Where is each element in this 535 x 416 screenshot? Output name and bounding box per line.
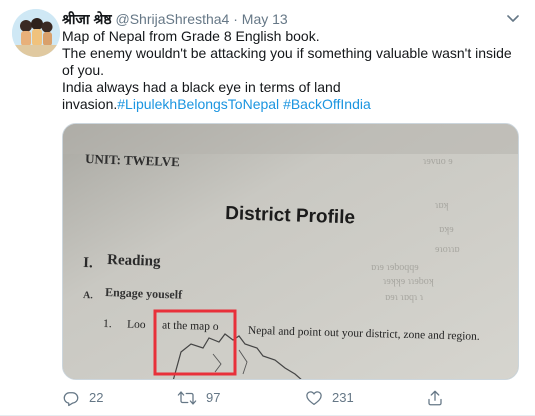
item-text-middle: at the map o [162, 320, 219, 333]
textbook-page-photo: ɿɘvuo ɘ ɿɒʞ ɒʞɘ ɘɿoɿɿɒ ɒɿɘ ɿɘboqqɘ ɿɘʞʞɘ… [63, 124, 518, 379]
reply-count: 22 [89, 390, 104, 405]
sub-letter: A. [83, 290, 94, 301]
avatar[interactable] [12, 9, 60, 57]
tweet-line: Map of Nepal from Grade 8 English book. [62, 28, 320, 44]
tweet-text: Map of Nepal from Grade 8 English book. … [62, 28, 524, 113]
tweet[interactable]: श्रीजा श्रेष्ठ @ShrijaShrestha4 · May 13… [0, 0, 535, 416]
section-title: Reading [107, 252, 161, 270]
share-button[interactable] [426, 388, 444, 408]
author-name[interactable]: श्रीजा श्रेष्ठ [62, 11, 112, 27]
share-icon [428, 390, 442, 406]
tweet-line: India always had a black eye in terms of… [62, 79, 524, 113]
tweet-actions: 22 97 231 [62, 388, 524, 408]
tweet-header: श्रीजा श्रेष्ठ @ShrijaShrestha4 · May 13 [62, 9, 527, 29]
like-button[interactable]: 231 [305, 388, 354, 408]
hashtag-link[interactable]: #BackOffIndia [283, 96, 371, 112]
retweet-count: 97 [206, 390, 221, 405]
reply-icon [63, 392, 79, 407]
reply-button[interactable]: 22 [62, 388, 103, 408]
svg-text:ɿɘvuo ɘ: ɿɘvuo ɘ [423, 156, 453, 167]
section-number: I. [83, 255, 93, 271]
svg-text:ɒɘɿ ɿɒqɿ ɿ: ɒɘɿ ɿɒqɿ ɿ [385, 292, 424, 303]
svg-text:ɿɒʞ: ɿɒʞ [435, 200, 449, 211]
separator-dot: · [233, 11, 238, 27]
item-text-start: Loo [127, 319, 146, 331]
tweet-line: The enemy wouldn't be attacking you if s… [62, 45, 512, 78]
heart-icon [306, 391, 322, 406]
svg-text:ɒʞɘ: ɒʞɘ [439, 224, 454, 235]
sub-title: Engage youself [105, 285, 183, 302]
avatar-image [12, 9, 60, 57]
retweet-icon [177, 391, 197, 405]
like-count: 231 [332, 390, 354, 405]
svg-text:ɿɘʞʞɘ ɿɿɘboʞ: ɿɘʞʞɘ ɿɿɘboʞ [383, 276, 434, 287]
item-number: 1. [103, 318, 112, 330]
retweet-button[interactable]: 97 [177, 388, 220, 408]
tweet-photo[interactable]: ɿɘvuo ɘ ɿɒʞ ɒʞɘ ɘɿoɿɿɒ ɒɿɘ ɿɘboqqɘ ɿɘʞʞɘ… [62, 123, 519, 380]
chevron-down-icon[interactable] [505, 12, 521, 24]
svg-text:ɘɿoɿɿɒ: ɘɿoɿɿɒ [435, 244, 460, 255]
svg-text:ɒɿɘ ɿɘboqqɘ: ɒɿɘ ɿɘboqqɘ [371, 262, 419, 273]
tweet-timestamp[interactable]: May 13 [242, 11, 288, 27]
hashtag-link[interactable]: #LipulekhBelongsToNepal [117, 96, 279, 112]
author-handle[interactable]: @ShrijaShrestha4 [116, 11, 230, 27]
